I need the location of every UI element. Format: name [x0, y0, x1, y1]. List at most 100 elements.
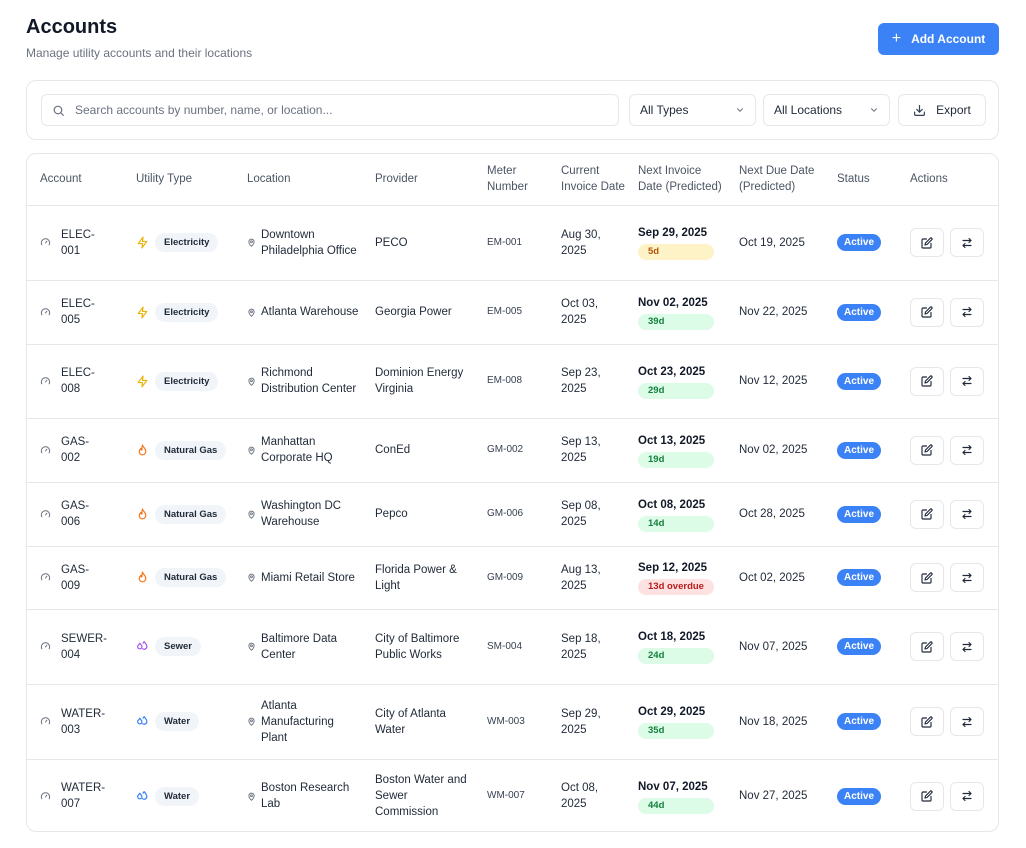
next-due-date-cell: Oct 02, 2025 [726, 546, 824, 610]
next-due-date-cell: Nov 07, 2025 [726, 609, 824, 685]
transfer-button[interactable] [950, 781, 984, 811]
location-name: Atlanta Warehouse [261, 306, 359, 318]
export-button[interactable]: Export [898, 94, 986, 126]
table-row[interactable]: WATER-003 Water Atlanta Manufacturing Plan… [27, 684, 998, 760]
col-header-location[interactable]: Location [234, 154, 362, 206]
transfer-button[interactable] [950, 435, 984, 465]
table-row[interactable]: GAS-002 Natural Gas Manhattan Corporate HQ… [27, 418, 998, 483]
meter-number-cell: WM-007 [487, 790, 525, 802]
location-cell: Manhattan Corporate HQ [234, 418, 362, 483]
edit-button[interactable] [910, 632, 944, 661]
provider-cell: Dominion Energy Virginia [362, 344, 474, 419]
col-header-status[interactable]: Status [824, 154, 897, 206]
transfer-button[interactable] [950, 297, 984, 327]
next-invoice-date-cell: Sep 29, 2025 5d [625, 205, 726, 281]
edit-button[interactable] [910, 228, 944, 257]
edit-button[interactable] [910, 563, 944, 592]
edit-icon [921, 508, 933, 520]
actions-cell [897, 344, 998, 419]
col-header-meter-number[interactable]: Meter Number [474, 154, 548, 206]
days-remaining-badge: 19d [638, 451, 714, 468]
edit-icon [921, 444, 933, 456]
location-name: Manhattan Corporate HQ [261, 436, 333, 464]
table-row[interactable]: ELEC-005 Electricity Atlanta Warehouse Geor… [27, 280, 998, 345]
location-cell: Atlanta Manufacturing Plant [234, 684, 362, 760]
utility-type-badge: Electricity [155, 371, 219, 391]
edit-button[interactable] [910, 366, 944, 396]
location-name: Baltimore Data Center [261, 632, 338, 661]
table-row[interactable]: WATER-007 Water Boston Research Lab Boston … [27, 759, 998, 831]
map-pin-icon [247, 792, 256, 801]
edit-button[interactable] [910, 781, 944, 811]
days-remaining-badge: 29d [638, 382, 714, 399]
utility-type-cell: Electricity [123, 344, 234, 419]
next-invoice-date: Sep 12, 2025 [638, 562, 708, 574]
current-invoice-date-cell: Sep 08, 2025 [548, 482, 625, 547]
col-header-current-invoice-date[interactable]: Current Invoice Date [548, 154, 625, 206]
transfer-button[interactable] [950, 632, 984, 661]
accounts-table: Account Utility Type Location Provider M… [27, 154, 998, 831]
location-cell: Atlanta Warehouse [234, 280, 362, 345]
status-badge: Active [837, 234, 882, 251]
account-number: ELEC-001 [61, 228, 95, 257]
provider-cell: City of Baltimore Public Works [362, 609, 474, 685]
edit-button[interactable] [910, 435, 944, 465]
col-header-provider[interactable]: Provider [362, 154, 474, 206]
droplets-icon [136, 790, 149, 803]
table-row[interactable]: ELEC-001 Electricity Downtown Philadelphia… [27, 205, 998, 281]
plus-icon: + [891, 30, 902, 47]
account-cell: ELEC-008 [27, 344, 123, 419]
table-row[interactable]: GAS-006 Natural Gas Washington DC Warehous… [27, 482, 998, 547]
utility-type-badge: Natural Gas [155, 440, 227, 460]
edit-icon [921, 571, 933, 584]
edit-button[interactable] [910, 499, 944, 529]
col-header-utility-type[interactable]: Utility Type [123, 154, 234, 206]
status-badge: Active [837, 638, 882, 655]
status-badge: Active [837, 505, 882, 523]
edit-button[interactable] [910, 297, 944, 327]
edit-icon [921, 640, 933, 653]
next-invoice-date-cell: Nov 07, 2025 44d [625, 759, 726, 831]
map-pin-icon [247, 717, 256, 726]
location-name: Boston Research Lab [261, 782, 350, 811]
transfer-button[interactable] [950, 366, 984, 396]
transfer-button[interactable] [950, 563, 984, 592]
transfer-icon [961, 444, 973, 456]
days-remaining-badge: 14d [638, 515, 714, 532]
current-invoice-date-cell: Oct 08, 2025 [561, 782, 599, 811]
search-box[interactable] [41, 94, 619, 126]
account-cell: ELEC-001 [27, 205, 123, 281]
utility-type-badge: Natural Gas [155, 568, 227, 587]
lightning-icon [136, 374, 149, 388]
table-row[interactable]: SEWER-004 Sewer Baltimore Data Center City … [27, 609, 998, 685]
chevron-down-icon [735, 105, 745, 115]
search-input[interactable] [75, 103, 595, 117]
type-filter-select[interactable]: All Types [629, 94, 756, 126]
add-account-button[interactable]: + Add Account [878, 23, 999, 55]
next-invoice-date-cell: Oct 29, 2025 35d [625, 684, 726, 760]
table-row[interactable]: ELEC-008 Electricity Richmond Distribution… [27, 344, 998, 419]
droplets-icon [136, 715, 149, 728]
account-number: GAS-006 [61, 500, 90, 528]
actions-cell [897, 482, 998, 547]
edit-button[interactable] [910, 707, 944, 736]
transfer-icon [961, 508, 973, 520]
status-cell: Active [824, 280, 897, 345]
transfer-button[interactable] [950, 499, 984, 529]
transfer-icon [961, 306, 973, 318]
next-invoice-date: Oct 13, 2025 [638, 434, 706, 447]
location-filter-select[interactable]: All Locations [763, 94, 890, 126]
location-cell: Baltimore Data Center [234, 609, 362, 685]
next-invoice-date: Nov 07, 2025 [638, 780, 708, 793]
provider-cell: ConEd [362, 418, 474, 483]
col-header-next-due-date[interactable]: Next Due Date (Predicted) [726, 154, 824, 206]
utility-type-cell: Natural Gas [123, 482, 234, 547]
transfer-button[interactable] [950, 228, 984, 257]
droplets-icon [136, 640, 149, 653]
transfer-button[interactable] [950, 707, 984, 736]
days-remaining-badge: 24d [638, 648, 714, 664]
table-row[interactable]: GAS-009 Natural Gas Miami Retail Store Flor… [27, 546, 998, 610]
col-header-account[interactable]: Account [27, 154, 123, 206]
col-header-next-invoice-date[interactable]: Next Invoice Date (Predicted) [625, 154, 726, 206]
next-invoice-date: Oct 08, 2025 [638, 498, 706, 511]
